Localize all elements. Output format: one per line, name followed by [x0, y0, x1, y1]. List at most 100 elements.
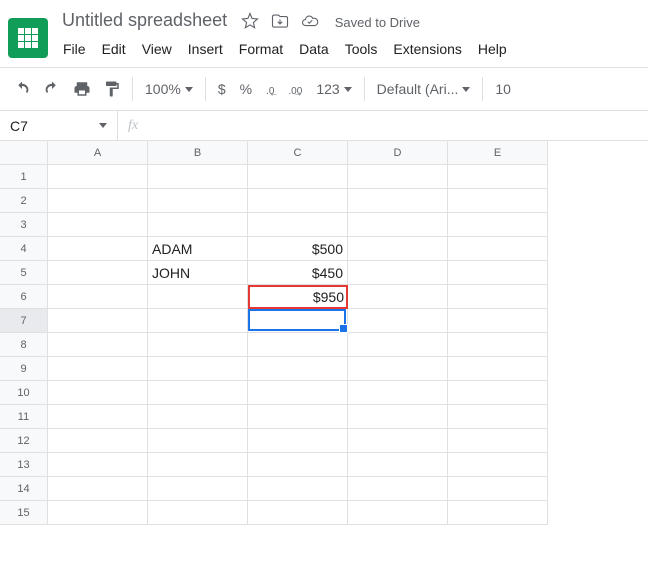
cell-b4[interactable]: ADAM	[148, 237, 248, 261]
row-header[interactable]: 4	[0, 237, 48, 261]
menu-help[interactable]: Help	[471, 37, 514, 61]
row-header[interactable]: 6	[0, 285, 48, 309]
cell[interactable]	[48, 309, 148, 333]
cell[interactable]	[48, 213, 148, 237]
cell[interactable]	[448, 405, 548, 429]
cell[interactable]	[448, 237, 548, 261]
cell[interactable]	[248, 213, 348, 237]
row-header[interactable]: 9	[0, 357, 48, 381]
cell-c6[interactable]: $950	[248, 285, 348, 309]
select-all-corner[interactable]	[0, 141, 48, 165]
cell[interactable]	[448, 333, 548, 357]
row-header[interactable]: 15	[0, 501, 48, 525]
font-size[interactable]: 10	[489, 81, 517, 97]
menu-format[interactable]: Format	[232, 37, 290, 61]
cell[interactable]	[448, 165, 548, 189]
undo-button[interactable]	[8, 75, 36, 103]
row-header[interactable]: 11	[0, 405, 48, 429]
print-button[interactable]	[68, 75, 96, 103]
cell[interactable]	[348, 381, 448, 405]
move-icon[interactable]	[271, 12, 289, 33]
cell[interactable]	[48, 357, 148, 381]
col-header-d[interactable]: D	[348, 141, 448, 165]
menu-extensions[interactable]: Extensions	[386, 37, 468, 61]
cell[interactable]	[148, 165, 248, 189]
cell[interactable]	[48, 285, 148, 309]
number-format-select[interactable]: 123	[310, 81, 357, 97]
cell[interactable]	[448, 477, 548, 501]
cell[interactable]	[48, 477, 148, 501]
row-header[interactable]: 12	[0, 429, 48, 453]
cell[interactable]	[348, 501, 448, 525]
cell[interactable]	[148, 453, 248, 477]
paint-format-button[interactable]	[98, 75, 126, 103]
row-header[interactable]: 3	[0, 213, 48, 237]
cell[interactable]	[348, 237, 448, 261]
cell[interactable]	[148, 381, 248, 405]
cell[interactable]	[348, 213, 448, 237]
cell[interactable]	[248, 453, 348, 477]
zoom-select[interactable]: 100%	[139, 81, 199, 97]
percent-button[interactable]: %	[234, 81, 258, 97]
cell-b5[interactable]: JOHN	[148, 261, 248, 285]
cell[interactable]	[448, 189, 548, 213]
cell[interactable]	[148, 285, 248, 309]
menu-file[interactable]: File	[56, 37, 93, 61]
cell[interactable]	[48, 405, 148, 429]
cell[interactable]	[248, 429, 348, 453]
cell[interactable]	[48, 501, 148, 525]
menu-tools[interactable]: Tools	[338, 37, 385, 61]
row-header[interactable]: 7	[0, 309, 48, 333]
cell[interactable]	[448, 453, 548, 477]
cell[interactable]	[448, 309, 548, 333]
formula-bar[interactable]	[148, 111, 648, 140]
cell[interactable]	[148, 477, 248, 501]
col-header-c[interactable]: C	[248, 141, 348, 165]
cell-c4[interactable]: $500	[248, 237, 348, 261]
name-box[interactable]: C7	[0, 111, 118, 140]
cell[interactable]	[348, 429, 448, 453]
cell[interactable]	[148, 405, 248, 429]
col-header-b[interactable]: B	[148, 141, 248, 165]
cell[interactable]	[148, 501, 248, 525]
cell[interactable]	[248, 357, 348, 381]
cell-c7[interactable]	[248, 309, 348, 333]
increase-decimal-button[interactable]: .00→	[282, 81, 308, 97]
cell[interactable]	[248, 189, 348, 213]
cell[interactable]	[148, 357, 248, 381]
star-icon[interactable]	[241, 12, 259, 33]
row-header[interactable]: 10	[0, 381, 48, 405]
cell[interactable]	[48, 333, 148, 357]
sheets-logo[interactable]	[8, 18, 48, 58]
cell[interactable]	[348, 189, 448, 213]
cell[interactable]	[48, 381, 148, 405]
cell[interactable]	[448, 381, 548, 405]
cell[interactable]	[248, 165, 348, 189]
cell[interactable]	[48, 261, 148, 285]
cell[interactable]	[148, 333, 248, 357]
cell[interactable]	[48, 237, 148, 261]
cell-c5[interactable]: $450	[248, 261, 348, 285]
menu-view[interactable]: View	[135, 37, 179, 61]
doc-title[interactable]: Untitled spreadsheet	[56, 8, 233, 33]
cell[interactable]	[448, 213, 548, 237]
cell[interactable]	[248, 477, 348, 501]
col-header-e[interactable]: E	[448, 141, 548, 165]
cell[interactable]	[248, 333, 348, 357]
col-header-a[interactable]: A	[48, 141, 148, 165]
cell[interactable]	[48, 189, 148, 213]
row-header[interactable]: 14	[0, 477, 48, 501]
cell[interactable]	[48, 429, 148, 453]
cell[interactable]	[348, 357, 448, 381]
cell[interactable]	[448, 261, 548, 285]
row-header[interactable]: 1	[0, 165, 48, 189]
cell[interactable]	[448, 501, 548, 525]
cell[interactable]	[348, 261, 448, 285]
font-select[interactable]: Default (Ari...	[371, 81, 477, 97]
cell[interactable]	[348, 405, 448, 429]
redo-button[interactable]	[38, 75, 66, 103]
row-header[interactable]: 8	[0, 333, 48, 357]
menu-edit[interactable]: Edit	[95, 37, 133, 61]
cell[interactable]	[48, 165, 148, 189]
cell[interactable]	[348, 285, 448, 309]
